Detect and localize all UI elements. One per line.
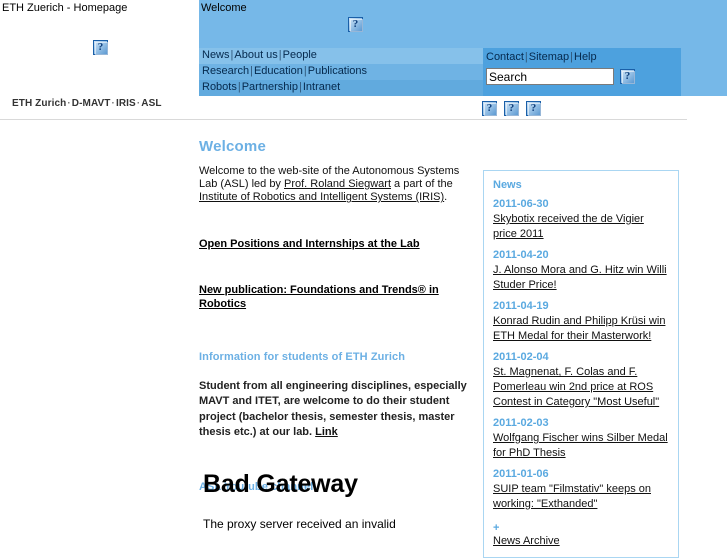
link-new-publication[interactable]: New publication: Foundations and Trends®…: [199, 284, 439, 310]
utility-link-contact[interactable]: Contact: [486, 51, 524, 63]
link-prof-roland-siegwart[interactable]: Prof. Roland Siegwart: [284, 178, 391, 190]
news-item: St. Magnenat, F. Colas and F. Pomerleau …: [493, 365, 669, 410]
welcome-intro-text-2: a part of the: [391, 178, 453, 191]
news-item-date: 2011-06-30: [493, 198, 549, 210]
broken-image-icon[interactable]: [482, 101, 497, 116]
news-item: J. Alonso Mora and G. Hitz win Willi Stu…: [493, 263, 669, 293]
browser-site-title: ETH Zuerich - Homepage: [2, 2, 128, 14]
breadcrumb: ETH Zurich·D-MAVT·IRIS·ASL: [12, 98, 162, 109]
nav-item-partnership[interactable]: Partnership: [242, 81, 298, 93]
news-item-link[interactable]: Wolfgang Fischer wins Silber Medal for P…: [493, 432, 668, 459]
utility-panel: Contact|Sitemap|Help: [483, 48, 681, 96]
breadcrumb-item-d-mavt[interactable]: D-MAVT: [72, 98, 111, 109]
broken-image-icon: [93, 40, 108, 55]
news-item-link[interactable]: Skybotix received the de Vigier price 20…: [493, 213, 644, 240]
broken-image-icon: [620, 69, 635, 84]
nav-item-education[interactable]: Education: [254, 65, 303, 77]
news-item: Skybotix received the de Vigier price 20…: [493, 212, 669, 242]
news-item-link[interactable]: J. Alonso Mora and G. Hitz win Willi Stu…: [493, 264, 667, 291]
nav-item-intranet[interactable]: Intranet: [303, 81, 340, 93]
news-item-link[interactable]: St. Magnenat, F. Colas and F. Pomerleau …: [493, 366, 659, 408]
welcome-heading: Welcome: [199, 138, 266, 155]
news-item-link[interactable]: Konrad Rudin and Philipp Krüsi win ETH M…: [493, 315, 665, 342]
link-news-archive[interactable]: News Archive: [493, 535, 560, 547]
nav-item-robots[interactable]: Robots: [202, 81, 237, 93]
nav-item-news[interactable]: News: [202, 49, 230, 61]
search-input[interactable]: [486, 68, 614, 85]
search-submit-button[interactable]: [620, 69, 635, 84]
news-item: Konrad Rudin and Philipp Krüsi win ETH M…: [493, 314, 669, 344]
promo-new-publication: New publication: Foundations and Trends®…: [199, 283, 467, 311]
broken-image-icon[interactable]: [504, 101, 519, 116]
link-students-info[interactable]: Link: [315, 426, 338, 438]
news-expand-indicator[interactable]: +: [493, 522, 669, 534]
main-navigation: News|About us|People Research|Education|…: [199, 48, 483, 96]
nav-row-1: News|About us|People: [199, 48, 483, 64]
link-iris-institute[interactable]: Institute of Robotics and Intelligent Sy…: [199, 191, 444, 203]
broken-image-icon[interactable]: [526, 101, 541, 116]
utility-link-help[interactable]: Help: [574, 51, 597, 63]
nav-row-3: Robots|Partnership|Intranet: [199, 80, 483, 96]
news-item-link[interactable]: SUIP team "Filmstativ" keeps on working:…: [493, 483, 651, 510]
nav-row-2: Research|Education|Publications: [199, 64, 483, 80]
eth-logo[interactable]: [93, 40, 108, 55]
main-content: Welcome Welcome to the web-site of the A…: [199, 138, 467, 509]
welcome-intro-text-3: .: [444, 191, 448, 204]
header-banner-image: [348, 17, 363, 32]
news-item-date: 2011-02-03: [493, 417, 549, 429]
nav-item-publications[interactable]: Publications: [308, 65, 367, 77]
error-block: Bad Gateway The proxy server received an…: [203, 470, 473, 532]
nav-item-research[interactable]: Research: [202, 65, 249, 77]
news-item-date: 2011-01-06: [493, 468, 549, 480]
news-sidebar: News 2011-06-30 Skybotix received the de…: [483, 170, 679, 558]
link-open-positions[interactable]: Open Positions and Internships at the La…: [199, 238, 420, 250]
secondary-icon-row: [482, 101, 548, 116]
error-message: The proxy server received an invalid: [203, 517, 396, 531]
news-item: SUIP team "Filmstativ" keeps on working:…: [493, 482, 669, 512]
news-archive: News Archive: [493, 535, 669, 547]
utility-link-sitemap[interactable]: Sitemap: [529, 51, 569, 63]
news-item: Wolfgang Fischer wins Silber Medal for P…: [493, 431, 669, 461]
students-paragraph: Student from all engineering disciplines…: [199, 379, 467, 441]
news-item-date: 2011-02-04: [493, 351, 549, 363]
error-title: Bad Gateway: [203, 470, 358, 498]
utility-links: Contact|Sitemap|Help: [486, 51, 597, 63]
promo-open-positions: Open Positions and Internships at the La…: [199, 237, 467, 251]
page-title: Welcome: [201, 2, 247, 14]
breadcrumb-item-asl[interactable]: ASL: [141, 98, 161, 109]
breadcrumb-item-iris[interactable]: IRIS: [116, 98, 136, 109]
nav-item-people[interactable]: People: [283, 49, 317, 61]
students-heading: Information for students of ETH Zurich: [199, 350, 406, 363]
news-item-date: 2011-04-20: [493, 249, 549, 261]
news-item-date: 2011-04-19: [493, 300, 549, 312]
welcome-intro-paragraph: Welcome to the web-site of the Autonomou…: [199, 165, 467, 205]
nav-item-about-us[interactable]: About us: [234, 49, 277, 61]
broken-image-icon: [348, 17, 363, 32]
breadcrumb-item-eth-zurich[interactable]: ETH Zurich: [12, 98, 66, 109]
header-divider: [0, 119, 687, 120]
news-sidebar-heading: News: [493, 179, 522, 191]
